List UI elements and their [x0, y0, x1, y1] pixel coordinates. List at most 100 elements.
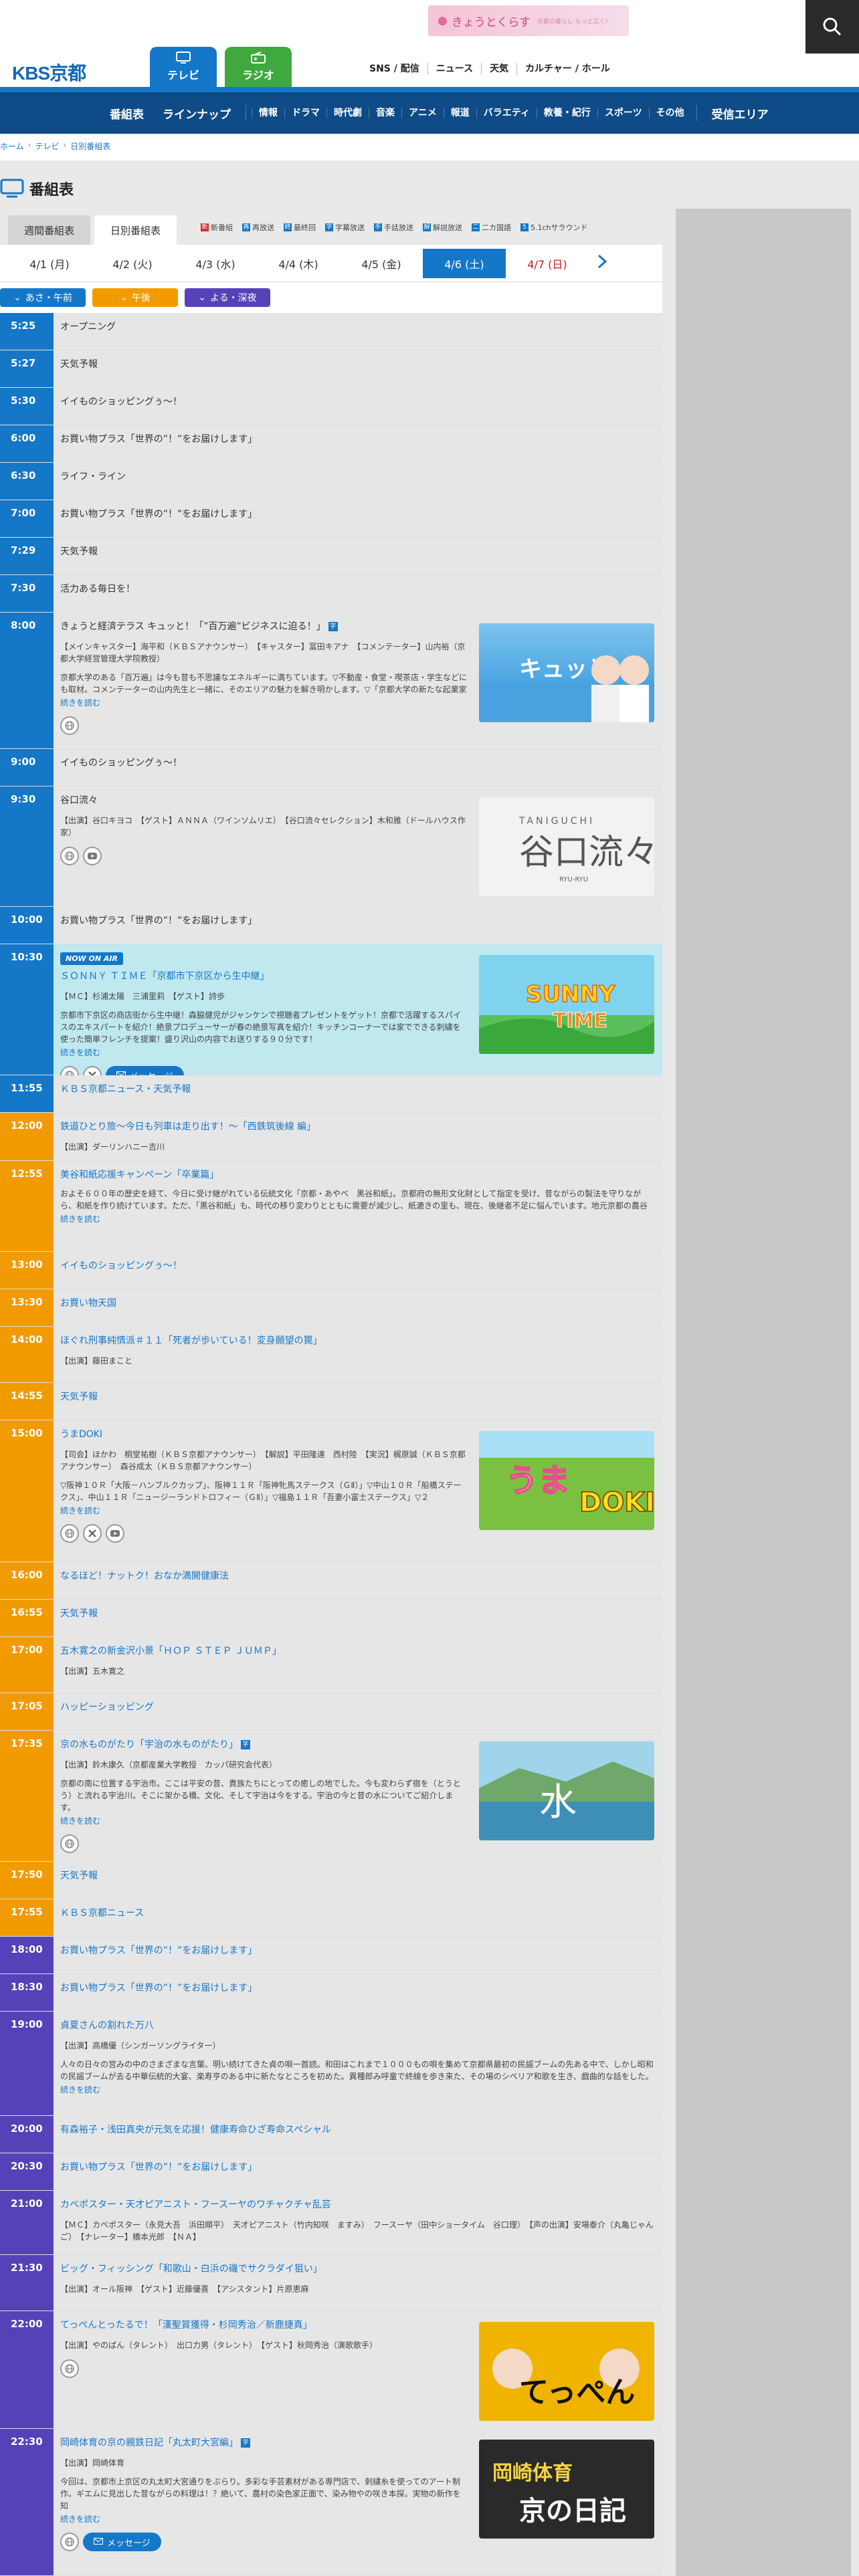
program-title[interactable]: お買い物天国: [60, 1296, 654, 1309]
x-icon[interactable]: [83, 1524, 102, 1543]
tab-daily[interactable]: 日別番組表: [94, 215, 177, 245]
program-row[interactable]: 21:00 カベポスター・天才ピアニスト・フースーヤのワチャクチャ乱芸 【ＭＣ】カベ…: [0, 2191, 662, 2255]
program-title[interactable]: イイものショッピングぅ～！: [60, 395, 654, 408]
breadcrumb-tv[interactable]: テレビ: [35, 140, 59, 152]
program-title[interactable]: オープニング: [60, 320, 654, 333]
date-tab[interactable]: 4/3 (水): [174, 249, 257, 278]
program-title[interactable]: ハッピーショッピング: [60, 1700, 654, 1713]
program-row[interactable]: 13:30 お買い物天国: [0, 1289, 662, 1327]
program-title[interactable]: なるほど！ナットク！おなか満開健康法: [60, 1569, 654, 1582]
program-thumbnail[interactable]: SUNNY TIME: [479, 955, 654, 1054]
program-title[interactable]: 谷口流々: [60, 793, 468, 807]
program-title[interactable]: 鉄道ひとり旅～今日も列車は走り出す！～「西鉄筑後線 編」: [60, 1119, 654, 1133]
program-title[interactable]: きょうと経済テラス キュッと！「”百万遍”ビジネスに迫る！」字: [60, 619, 468, 633]
tab-weekly[interactable]: 週間番組表: [8, 215, 91, 245]
subnav-area[interactable]: 受信エリア: [702, 105, 778, 122]
program-row[interactable]: 9:30 谷口流々 【出演】谷口キヨコ 【ゲスト】ＡＮＮＡ（ワインソムリエ） 【谷口…: [0, 786, 662, 907]
message-button[interactable]: メッセージ: [83, 2533, 161, 2551]
nav-weather[interactable]: 天気: [481, 63, 516, 75]
subnav-genre-sports[interactable]: スポーツ: [597, 108, 649, 118]
program-row[interactable]: 18:00 お買い物プラス「世界の”！”をお届けします」: [0, 1937, 662, 1974]
date-tab[interactable]: 4/1 (月): [8, 249, 91, 278]
youtube-icon[interactable]: [106, 1524, 124, 1543]
program-title[interactable]: 貞夏さんの割れた万八: [60, 2018, 654, 2032]
program-row[interactable]: 6:00 お買い物プラス「世界の”！”をお届けします」: [0, 425, 662, 463]
web-icon[interactable]: [60, 1834, 79, 1853]
program-row[interactable]: 16:00 なるほど！ナットク！おなか満開健康法: [0, 1562, 662, 1600]
program-title[interactable]: お買い物プラス「世界の”！”をお届けします」: [60, 432, 654, 445]
read-more-link[interactable]: 続きを読む: [60, 697, 468, 708]
program-row[interactable]: 22:30 岡崎体育の京の親鉄日記「丸太町大宮編」字【出演】岡崎体育 今回は、京都市…: [0, 2429, 662, 2576]
program-row[interactable]: 13:00 イイものショッピングぅ～！: [0, 1252, 662, 1289]
program-row[interactable]: 11:55 ＫＢＳ京都ニュース・天気予報: [0, 1075, 662, 1113]
program-row[interactable]: 5:30 イイものショッピングぅ～！: [0, 388, 662, 425]
program-row[interactable]: 17:35 京の水ものがたり「宇治の水ものがたり」字【出演】鈴木康久（京都産業大学…: [0, 1731, 662, 1862]
time-filter-button[interactable]: ⌄ あさ・午前: [0, 288, 86, 307]
program-thumbnail[interactable]: てっぺん: [479, 2322, 654, 2421]
program-row[interactable]: 10:00 お買い物プラス「世界の”！”をお届けします」: [0, 907, 662, 944]
program-row[interactable]: 18:30 お買い物プラス「世界の”！”をお届けします」: [0, 1974, 662, 2012]
promo-banner[interactable]: ● きょうとくらす 京都の暮らし もっと広く!: [428, 5, 629, 36]
nav-culture[interactable]: カルチャー / ホール: [516, 63, 618, 75]
program-title[interactable]: 天気予報: [60, 544, 654, 558]
read-more-link[interactable]: 続きを読む: [60, 2084, 654, 2095]
program-title[interactable]: ＫＢＳ京都ニュース・天気予報: [60, 1082, 654, 1095]
program-title[interactable]: ビッグ・フィッシング「和歌山・白浜の磯でサクラダイ狙い」: [60, 2262, 654, 2275]
program-title[interactable]: ＳＯＮＮＹ ＴＩＭＥ「京都市下京区から生中継」: [60, 969, 468, 982]
next-week-button[interactable]: [589, 253, 615, 274]
program-title[interactable]: お買い物プラス「世界の”！”をお届けします」: [60, 1943, 654, 1957]
time-filter-button[interactable]: ⌄ よる・深夜: [185, 288, 270, 307]
program-row[interactable]: 16:55 天気予報: [0, 1600, 662, 1637]
nav-sns[interactable]: SNS / 配信: [361, 63, 427, 75]
nav-news[interactable]: ニュース: [427, 63, 481, 75]
program-title[interactable]: お買い物プラス「世界の”！”をお届けします」: [60, 507, 654, 520]
program-title[interactable]: 活力ある毎日を！: [60, 582, 654, 595]
program-title[interactable]: ＫＢＳ京都ニュース: [60, 1906, 654, 1919]
program-title[interactable]: うまDOKI: [60, 1427, 468, 1440]
program-row[interactable]: 17:00 五木寛之の新金沢小景「ＨＯＰ ＳＴＥＰ ＪＵＭＰ」 【出演】五木寛之: [0, 1637, 662, 1693]
subnav-genre-info[interactable]: 情報: [252, 108, 284, 118]
program-row[interactable]: 21:30 ビッグ・フィッシング「和歌山・白浜の磯でサクラダイ狙い」 【出演】オール…: [0, 2255, 662, 2311]
program-row[interactable]: 14:00 ほぐれ刑事純情派＃１１「死者が歩いている！変身願望の罠」 【出演】藤田ま…: [0, 1327, 662, 1383]
program-row[interactable]: 17:55 ＫＢＳ京都ニュース: [0, 1899, 662, 1937]
program-row[interactable]: 7:29 天気予報: [0, 538, 662, 575]
web-icon[interactable]: [60, 1524, 79, 1543]
program-title[interactable]: 天気予報: [60, 1868, 654, 1882]
program-row[interactable]: 19:00 貞夏さんの割れた万八 【出演】高橋優（シンガーソングライター） 人々の日々…: [0, 2012, 662, 2116]
tab-radio[interactable]: ラジオ: [225, 47, 292, 87]
date-tab[interactable]: 4/4 (木): [257, 249, 340, 278]
program-row[interactable]: 17:50 天気予報: [0, 1862, 662, 1899]
time-filter-button[interactable]: ⌄ 午後: [92, 288, 178, 307]
kbs-logo[interactable]: KBS京都: [12, 59, 86, 86]
program-thumbnail[interactable]: 岡崎体育 京の日記: [479, 2440, 654, 2539]
read-more-link[interactable]: 続きを読む: [60, 1047, 468, 1058]
read-more-link[interactable]: 続きを読む: [60, 1815, 468, 1826]
program-title[interactable]: 有森裕子・浅田真央が元気を応援！健康寿命ひざ寿命スペシャル: [60, 2123, 654, 2136]
web-icon[interactable]: [60, 2533, 79, 2551]
date-tab[interactable]: 4/5 (金): [340, 249, 423, 278]
program-title[interactable]: ライフ・ライン: [60, 469, 654, 483]
program-row[interactable]: 7:00 お買い物プラス「世界の”！”をお届けします」: [0, 500, 662, 538]
program-row[interactable]: 17:05 ハッピーショッピング: [0, 1693, 662, 1731]
subnav-genre-jidaigeki[interactable]: 時代劇: [326, 108, 369, 118]
program-row[interactable]: 15:00 うま DOKI 【司会】ほかわ 桐堂祐樹（ＫＢＳ京都アナウンサー） 【解説…: [0, 1420, 662, 1562]
program-row[interactable]: 14:55 天気予報: [0, 1383, 662, 1420]
subnav-schedule[interactable]: 番組表: [100, 105, 153, 122]
program-row[interactable]: 12:55 美谷和紙応援キャンペーン「卒業篇」 およそ６００年の歴史を経て、今日に受…: [0, 1161, 662, 1252]
web-icon[interactable]: [60, 2359, 79, 2378]
program-title[interactable]: イイものショッピングぅ～！: [60, 756, 654, 769]
program-title[interactable]: 五木寛之の新金沢小景「ＨＯＰ ＳＴＥＰ ＪＵＭＰ」: [60, 1644, 654, 1657]
breadcrumb-home[interactable]: ホーム: [0, 140, 24, 152]
program-title[interactable]: 天気予報: [60, 357, 654, 370]
program-title[interactable]: 天気予報: [60, 1606, 654, 1620]
subnav-genre-other[interactable]: その他: [648, 108, 691, 118]
program-title[interactable]: カベポスター・天才ピアニスト・フースーヤのワチャクチャ乱芸: [60, 2197, 654, 2211]
subnav-genre-anime[interactable]: アニメ: [401, 108, 444, 118]
subnav-genre-music[interactable]: 音楽: [369, 108, 401, 118]
subnav-lineup[interactable]: ラインナップ: [153, 105, 240, 122]
program-thumbnail[interactable]: 水: [479, 1741, 654, 1840]
program-row[interactable]: 12:00 鉄道ひとり旅～今日も列車は走り出す！～「西鉄筑後線 編」 【出演】ダーリ…: [0, 1113, 662, 1161]
program-title[interactable]: てっぺんとったるで！「漢聖賞獲得・杉岡秀治／新鹿捷真」: [60, 2318, 468, 2331]
program-title[interactable]: 京の水ものがたり「宇治の水ものがたり」字: [60, 1737, 468, 1751]
program-title[interactable]: 天気予報: [60, 1390, 654, 1403]
